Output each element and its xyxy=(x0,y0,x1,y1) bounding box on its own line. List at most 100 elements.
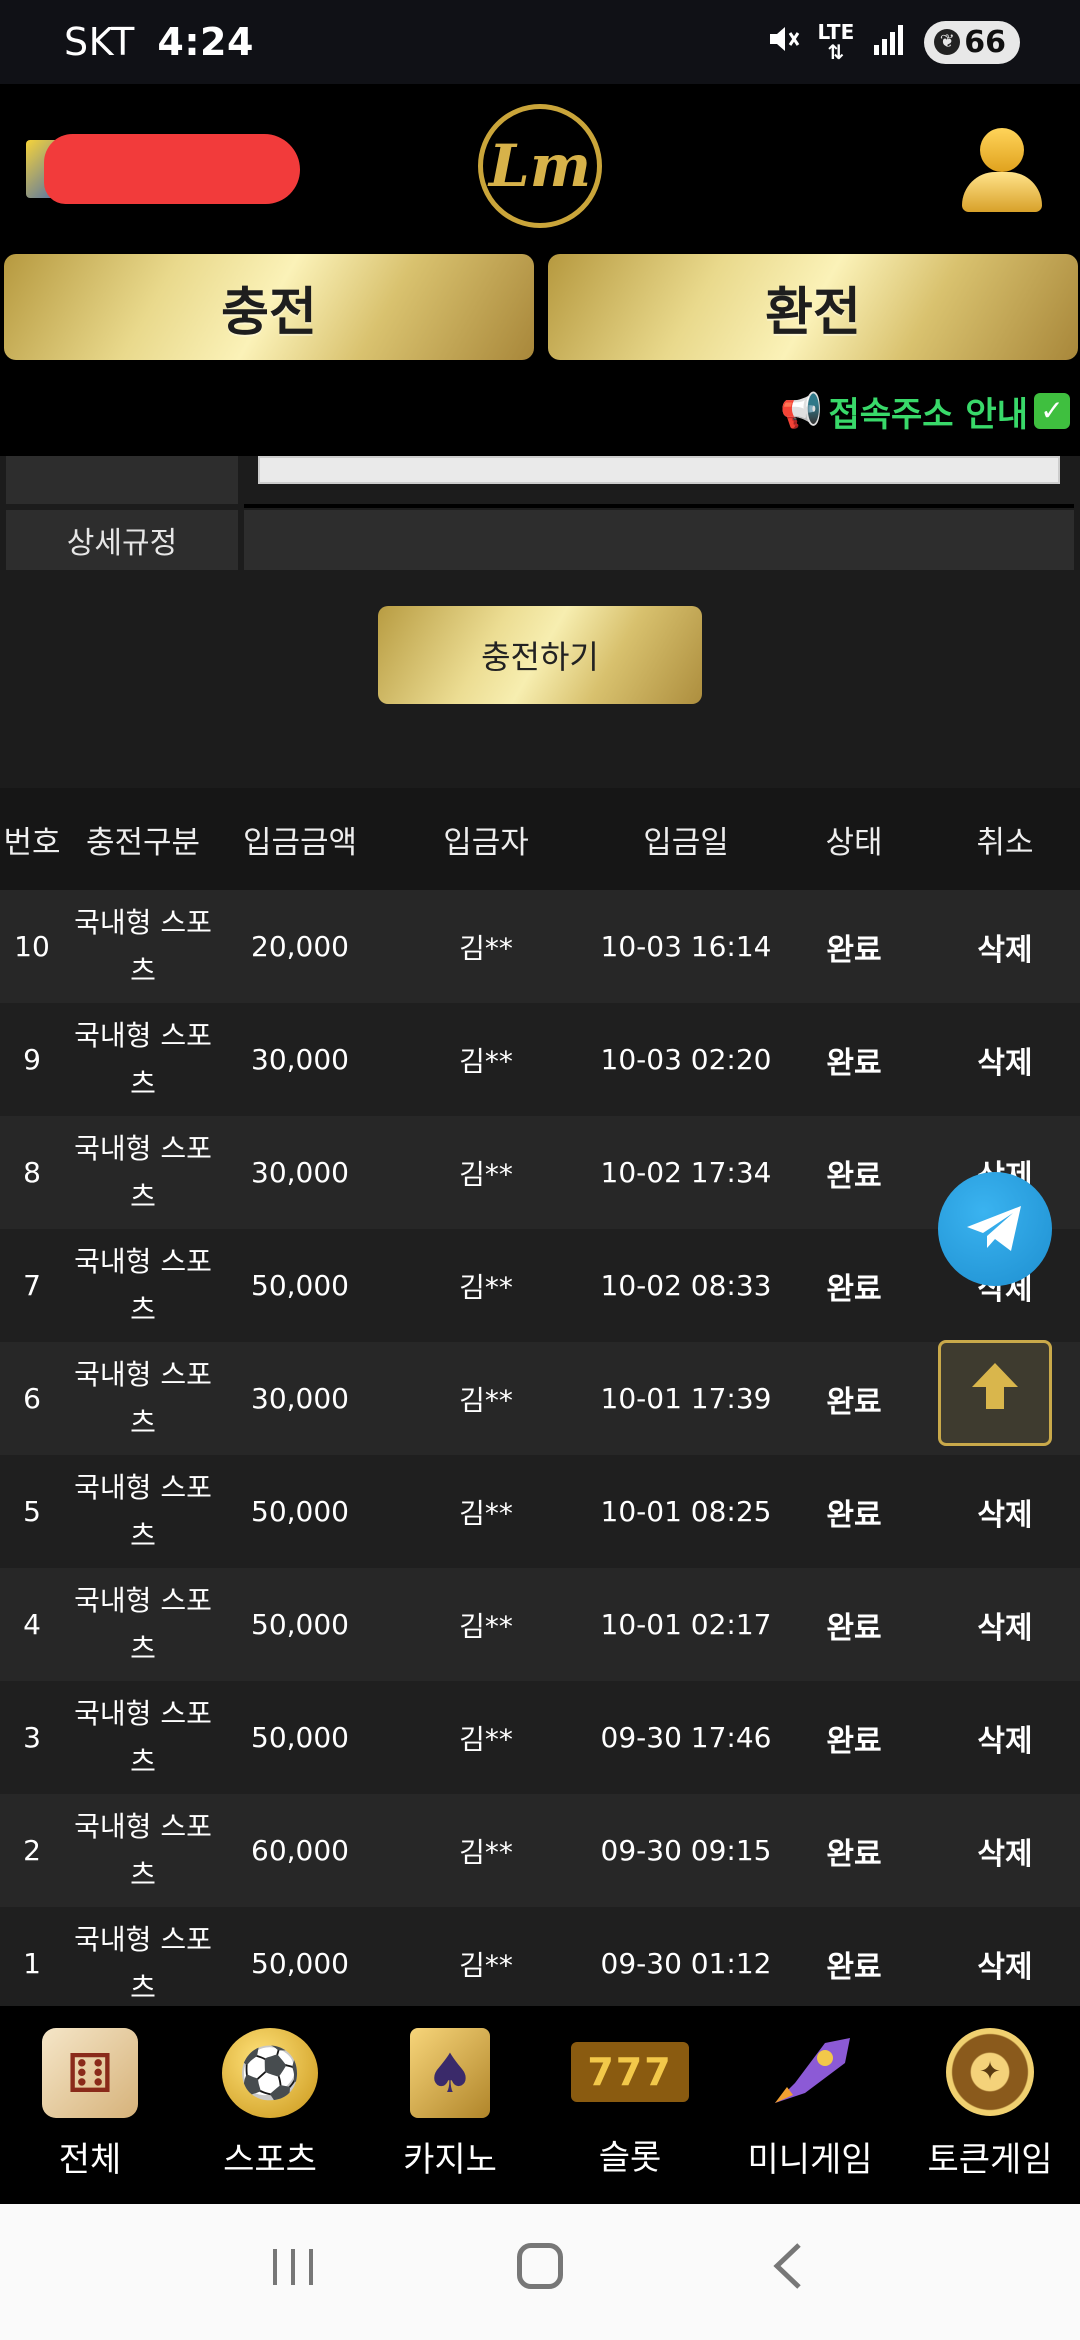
row-amount: 20,000 xyxy=(251,930,349,963)
system-nav-bar xyxy=(0,2204,1080,2340)
delete-button[interactable]: 삭제 xyxy=(930,1794,1080,1907)
nav-item-casino[interactable]: ♠ 카지노 xyxy=(360,2006,540,2204)
header-cancel: 취소 xyxy=(976,824,1034,861)
site-header: Lm 충전 환전 📢 접속주소 안내 ✓ xyxy=(0,84,1080,456)
row-date: 10-02 17:34 xyxy=(600,1156,772,1189)
row-type: 국내형 스포츠 xyxy=(74,905,212,987)
row-status: 완료 xyxy=(826,1497,882,1533)
redacted-username xyxy=(44,134,300,204)
delete-button[interactable]: 삭제 xyxy=(930,1455,1080,1568)
signal-icon xyxy=(872,23,906,62)
row-status: 완료 xyxy=(826,1949,882,1985)
row-date: 09-30 01:12 xyxy=(600,1947,772,1980)
submit-charge-button[interactable]: 충전하기 xyxy=(378,606,702,704)
row-status: 완료 xyxy=(826,932,882,968)
delete-button[interactable]: 삭제 xyxy=(930,1681,1080,1794)
nav-item-token-game[interactable]: ✦ 토큰게임 xyxy=(900,2006,1080,2204)
row-status: 완료 xyxy=(826,1271,882,1307)
row-no: 3 xyxy=(23,1721,41,1754)
table-row: 8 국내형 스포츠 30,000 김** 10-02 17:34 완료 삭제 xyxy=(0,1116,1080,1229)
status-bar: SKT 4:24 LTE ⇅ ❦ 66 xyxy=(0,0,1080,84)
row-status: 완료 xyxy=(826,1045,882,1081)
nav-item-all[interactable]: ⚅ 전체 xyxy=(0,2006,180,2204)
row-no: 7 xyxy=(23,1269,41,1302)
row-no: 2 xyxy=(23,1834,41,1867)
site-logo[interactable]: Lm xyxy=(478,104,602,228)
rocket-icon xyxy=(762,2028,858,2118)
arrow-up-icon xyxy=(966,1357,1024,1430)
row-date: 10-03 02:20 xyxy=(600,1043,772,1076)
logo-text: Lm xyxy=(488,132,592,200)
user-head xyxy=(980,128,1024,172)
row-depositor: 김** xyxy=(459,1270,513,1304)
nav-label: 전체 xyxy=(58,2140,122,2180)
row-no: 4 xyxy=(23,1608,41,1641)
table-row: 2 국내형 스포츠 60,000 김** 09-30 09:15 완료 삭제 xyxy=(0,1794,1080,1907)
row-date: 10-01 02:17 xyxy=(600,1608,772,1641)
row-amount: 30,000 xyxy=(251,1156,349,1189)
rules-label: 상세규정 xyxy=(6,510,238,570)
charge-button[interactable]: 충전 xyxy=(4,254,534,360)
nav-label: 미니게임 xyxy=(747,2140,873,2180)
megaphone-icon: 📢 xyxy=(780,391,823,431)
row-type: 국내형 스포츠 xyxy=(74,1696,212,1778)
form-input[interactable] xyxy=(258,456,1060,484)
row-type: 국내형 스포츠 xyxy=(74,1809,212,1891)
row-no: 10 xyxy=(14,930,50,963)
delete-button[interactable]: 삭제 xyxy=(930,1907,1080,2020)
row-status: 완료 xyxy=(826,1610,882,1646)
table-header: 번호 충전구분 입금금액 입금자 입금일 상태 취소 xyxy=(0,788,1080,890)
recent-apps-icon[interactable] xyxy=(233,2243,353,2301)
row-amount: 30,000 xyxy=(251,1043,349,1076)
lte-icon: LTE ⇅ xyxy=(817,20,855,64)
header-type: 충전구분 xyxy=(85,824,201,861)
user-profile-icon[interactable] xyxy=(962,128,1042,212)
row-amount: 50,000 xyxy=(251,1269,349,1302)
delete-button[interactable]: 삭제 xyxy=(930,890,1080,1003)
status-right: LTE ⇅ ❦ 66 xyxy=(766,20,1020,64)
home-icon[interactable] xyxy=(480,2243,600,2301)
row-depositor: 김** xyxy=(459,1383,513,1417)
row-no: 8 xyxy=(23,1156,41,1189)
row-amount: 60,000 xyxy=(251,1834,349,1867)
row-no: 6 xyxy=(23,1382,41,1415)
row-date: 10-01 17:39 xyxy=(600,1382,772,1415)
exchange-button[interactable]: 환전 xyxy=(548,254,1078,360)
delete-button[interactable]: 삭제 xyxy=(930,1003,1080,1116)
nav-label: 토큰게임 xyxy=(927,2140,1053,2180)
row-amount: 50,000 xyxy=(251,1608,349,1641)
address-notice-link[interactable]: 📢 접속주소 안내 ✓ xyxy=(780,386,1070,436)
leaf-icon: ❦ xyxy=(934,29,961,55)
row-status: 완료 xyxy=(826,1723,882,1759)
nav-label: 카지노 xyxy=(403,2140,497,2180)
lte-label: LTE xyxy=(817,20,855,44)
roulette-icon: ✦ xyxy=(946,2028,1034,2116)
row-no: 9 xyxy=(23,1043,41,1076)
rules-row: 상세규정 xyxy=(0,510,1080,570)
table-row: 1 국내형 스포츠 50,000 김** 09-30 01:12 완료 삭제 xyxy=(0,1907,1080,2020)
row-depositor: 김** xyxy=(459,931,513,965)
row-date: 10-03 16:14 xyxy=(600,930,772,963)
notice-text: 접속주소 안내 xyxy=(828,394,1028,435)
cards-icon: ♠ xyxy=(410,2028,490,2118)
scroll-to-top-button[interactable] xyxy=(938,1340,1052,1446)
check-icon: ✓ xyxy=(1034,393,1070,429)
nav-item-slot[interactable]: 777 슬롯 xyxy=(540,2006,720,2204)
row-depositor: 김** xyxy=(459,1835,513,1869)
row-status: 완료 xyxy=(826,1158,882,1194)
nav-item-sports[interactable]: ⚽ 스포츠 xyxy=(180,2006,360,2204)
table-row: 5 국내형 스포츠 50,000 김** 10-01 08:25 완료 삭제 xyxy=(0,1455,1080,1568)
row-depositor: 김** xyxy=(459,1609,513,1643)
row-type: 국내형 스포츠 xyxy=(74,1244,212,1326)
divider xyxy=(244,504,1074,508)
row-type: 국내형 스포츠 xyxy=(74,1583,212,1665)
mute-icon xyxy=(766,22,800,63)
delete-button[interactable]: 삭제 xyxy=(930,1568,1080,1681)
form-row-partial xyxy=(0,456,1080,508)
table-row: 7 국내형 스포츠 50,000 김** 10-02 08:33 완료 삭제 xyxy=(0,1229,1080,1342)
back-icon[interactable] xyxy=(727,2241,847,2303)
telegram-icon[interactable] xyxy=(938,1172,1052,1286)
row-depositor: 김** xyxy=(459,1496,513,1530)
nav-item-minigame[interactable]: 미니게임 xyxy=(720,2006,900,2204)
slot-777-icon: 777 xyxy=(571,2042,689,2102)
